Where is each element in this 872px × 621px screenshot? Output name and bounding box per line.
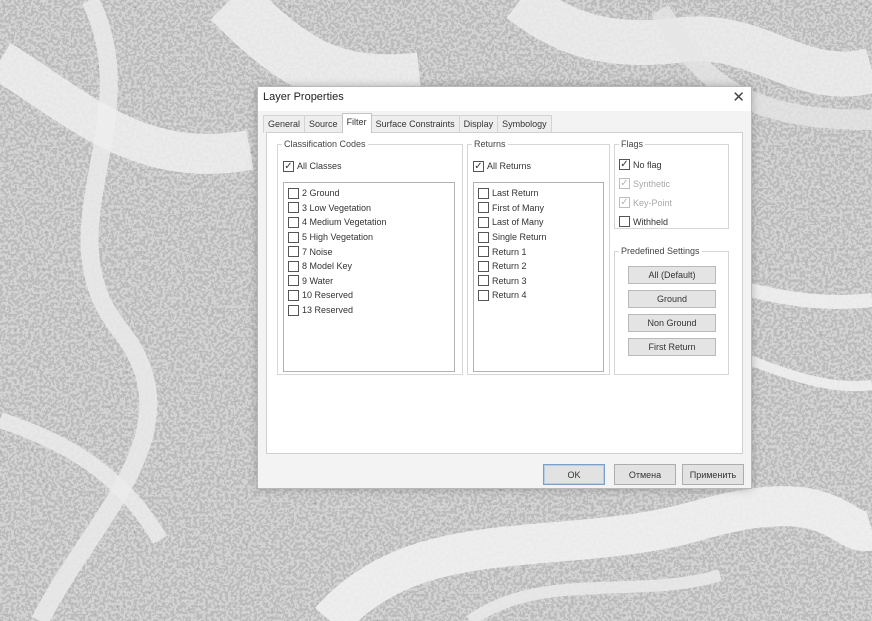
classification-item[interactable]: 9 Water	[288, 274, 450, 289]
checkbox-box[interactable]	[478, 275, 489, 287]
classification-item[interactable]: 4 Medium Vegetation	[288, 215, 450, 230]
classification-codes-legend: Classification Codes	[284, 139, 366, 149]
checkbox-label: Synthetic	[633, 178, 671, 189]
checkbox-label: Return 1	[492, 246, 527, 257]
returns-item[interactable]: Return 2	[478, 259, 599, 274]
checkbox-box[interactable]	[478, 260, 489, 272]
tab-filter[interactable]: Filter	[341, 113, 372, 133]
checkbox-box[interactable]	[478, 187, 489, 199]
classification-item[interactable]: 13 Reserved	[288, 303, 450, 318]
checkbox-label: Last of Many	[492, 217, 544, 228]
tab-surface-constraints[interactable]: Surface Constraints	[370, 115, 460, 133]
checkbox-box[interactable]	[288, 187, 299, 199]
classification-item[interactable]: 2 Ground	[288, 186, 450, 201]
returns-item[interactable]: Last of Many	[478, 215, 599, 230]
classification-item[interactable]: 3 Low Vegetation	[288, 201, 450, 216]
checkbox-box[interactable]	[288, 289, 299, 301]
checkbox-box[interactable]	[288, 260, 299, 272]
ok-button[interactable]: OK	[543, 464, 605, 485]
returns-item[interactable]: Return 1	[478, 244, 599, 259]
flags-list: No flag Synthetic Key-Point Withheld	[619, 155, 672, 231]
checkbox-label: Withheld	[633, 216, 669, 227]
all-default-button[interactable]: All (Default)	[628, 266, 716, 284]
returns-item[interactable]: Single Return	[478, 230, 599, 245]
returns-item[interactable]: Return 3	[478, 274, 599, 289]
checkbox-box[interactable]	[478, 231, 489, 243]
tab-general[interactable]: General	[263, 115, 306, 133]
flags-legend: Flags	[621, 139, 644, 149]
all-returns-label: All Returns	[487, 161, 532, 171]
checkbox-label: Last Return	[492, 188, 539, 199]
checkbox-label: 3 Low Vegetation	[302, 202, 372, 213]
classification-item[interactable]: 7 Noise	[288, 244, 450, 259]
checkbox-label: First of Many	[492, 202, 545, 213]
checkbox-box[interactable]	[478, 246, 489, 258]
layer-properties-dialog: Layer Properties ✕ General Source Filter…	[257, 86, 752, 489]
all-classes-label: All Classes	[297, 161, 342, 171]
checkbox-box[interactable]	[288, 202, 299, 214]
returns-group: Returns All Returns Last Return First of …	[467, 139, 610, 375]
dialog-title: Layer Properties	[263, 91, 344, 103]
tab-display[interactable]: Display	[458, 115, 499, 133]
checkbox-label: Single Return	[492, 232, 547, 243]
checkbox-label: Return 4	[492, 290, 527, 301]
returns-legend: Returns	[474, 139, 506, 149]
checkbox-box[interactable]	[619, 159, 630, 170]
filter-panel: Classification Codes All Classes 2 Groun…	[266, 132, 743, 454]
checkbox-box[interactable]	[473, 160, 484, 172]
cancel-button[interactable]: Отмена	[614, 464, 676, 485]
flags-group: Flags No flag Synthetic Key-Point Withheld	[614, 139, 729, 229]
returns-item[interactable]: First of Many	[478, 201, 599, 216]
checkbox-box[interactable]	[288, 304, 299, 316]
returns-list[interactable]: Last Return First of Many Last of Many Sing…	[473, 182, 604, 372]
classification-item[interactable]: 8 Model Key	[288, 259, 450, 274]
returns-item[interactable]: Last Return	[478, 186, 599, 201]
flag-item[interactable]: No flag	[619, 155, 672, 174]
checkbox-box[interactable]	[478, 216, 489, 228]
first-return-button[interactable]: First Return	[628, 338, 716, 356]
ground-button[interactable]: Ground	[628, 290, 716, 308]
checkbox-box[interactable]	[288, 275, 299, 287]
checkbox-label: No flag	[633, 159, 662, 170]
tab-source[interactable]: Source	[304, 115, 343, 133]
tab-strip: General Source Filter Surface Constraint…	[263, 113, 552, 133]
non-ground-button[interactable]: Non Ground	[628, 314, 716, 332]
checkbox-label: Return 2	[492, 261, 527, 272]
checkbox-label: 4 Medium Vegetation	[302, 217, 387, 228]
checkbox-box[interactable]	[288, 231, 299, 243]
flag-item[interactable]: Withheld	[619, 212, 672, 231]
checkbox-label: Key-Point	[633, 197, 673, 208]
checkbox-label: 9 Water	[302, 275, 334, 286]
checkbox-box	[619, 197, 630, 208]
checkbox-label: 13 Reserved	[302, 305, 354, 316]
all-returns-checkbox[interactable]: All Returns	[473, 159, 531, 173]
all-classes-checkbox[interactable]: All Classes	[283, 159, 342, 173]
checkbox-box[interactable]	[288, 246, 299, 258]
predefined-settings-group: Predefined Settings All (Default) Ground…	[614, 246, 729, 375]
checkbox-box[interactable]	[283, 160, 294, 172]
checkbox-label: 7 Noise	[302, 246, 333, 257]
classification-item[interactable]: 10 Reserved	[288, 288, 450, 303]
flag-item: Synthetic	[619, 174, 672, 193]
checkbox-box[interactable]	[478, 289, 489, 301]
predefined-settings-legend: Predefined Settings	[621, 246, 700, 256]
checkbox-box[interactable]	[619, 216, 630, 227]
returns-item[interactable]: Return 4	[478, 288, 599, 303]
checkbox-label: 2 Ground	[302, 188, 340, 199]
classification-item[interactable]: 5 High Vegetation	[288, 230, 450, 245]
checkbox-label: 10 Reserved	[302, 290, 354, 301]
checkbox-box[interactable]	[288, 216, 299, 228]
tab-symbology[interactable]: Symbology	[497, 115, 552, 133]
classification-list[interactable]: 2 Ground 3 Low Vegetation 4 Medium Vegetat…	[283, 182, 455, 372]
apply-button[interactable]: Применить	[682, 464, 744, 485]
close-icon[interactable]: ✕	[732, 88, 745, 106]
checkbox-label: Return 3	[492, 275, 527, 286]
flag-item: Key-Point	[619, 193, 672, 212]
checkbox-label: 5 High Vegetation	[302, 232, 374, 243]
checkbox-box[interactable]	[478, 202, 489, 214]
classification-codes-group: Classification Codes All Classes 2 Groun…	[277, 139, 463, 375]
title-bar[interactable]: Layer Properties ✕	[258, 87, 751, 111]
checkbox-label: 8 Model Key	[302, 261, 353, 272]
checkbox-box	[619, 178, 630, 189]
